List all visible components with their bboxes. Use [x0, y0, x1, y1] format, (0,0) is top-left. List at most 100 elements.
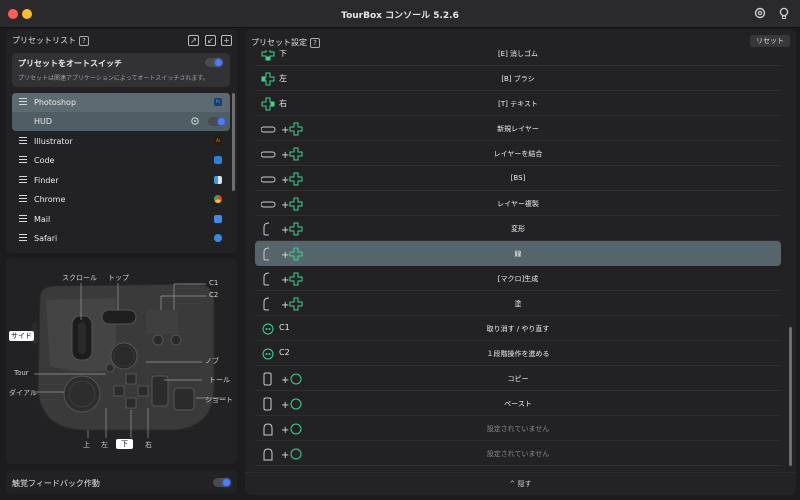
- drag-handle-icon[interactable]: [19, 176, 27, 184]
- action-label: 設定されていません: [486, 425, 550, 433]
- import-icon[interactable]: ↙: [205, 35, 216, 46]
- action-label: １段階操作を進める: [486, 350, 550, 358]
- mapping-row[interactable]: + 変形: [255, 216, 781, 241]
- preset-list-title: プリセットリスト: [12, 36, 76, 45]
- export-icon[interactable]: ↗: [188, 35, 199, 46]
- label-short: ショート: [205, 396, 233, 404]
- drag-handle-icon[interactable]: [19, 98, 27, 106]
- preset-settings-panel: プリセット設定? リセット 下 [E] 消しゴム 左 [B] ブラシ 右 [T]…: [245, 29, 796, 495]
- preset-item-mail[interactable]: Mail: [12, 210, 230, 229]
- mapping-row[interactable]: 右 [T] テキスト: [255, 91, 781, 116]
- action-label: レイヤーを結合: [493, 150, 543, 158]
- action-label: 変形: [511, 225, 525, 233]
- hide-bar[interactable]: ^ 隠す: [245, 472, 796, 495]
- drag-handle-icon[interactable]: [19, 215, 27, 223]
- preset-name: HUD: [34, 117, 53, 126]
- action-label: コピー: [507, 375, 529, 383]
- gear-icon[interactable]: [752, 6, 768, 22]
- mapping-row[interactable]: 下 [E] 消しゴム: [255, 50, 781, 66]
- mapping-row[interactable]: + コピー: [255, 366, 781, 391]
- preset-name: Illustrator: [34, 137, 73, 146]
- mapping-row[interactable]: + レイヤーを結合: [255, 141, 781, 166]
- preset-list-scrollbar[interactable]: [232, 93, 235, 191]
- preset-name: Finder: [34, 176, 59, 185]
- haptic-label: 触覚フィードバック作動: [12, 479, 100, 488]
- add-icon[interactable]: +: [221, 35, 232, 46]
- autoswitch-title: プリセットをオートスイッチ: [18, 59, 122, 68]
- label-top: トップ: [108, 274, 129, 282]
- label-c2: C2: [209, 291, 219, 299]
- preset-item-chrome[interactable]: Chrome: [12, 190, 230, 209]
- label-side: サイド: [9, 331, 34, 341]
- haptic-toggle[interactable]: [213, 478, 231, 487]
- preset-list-header: プリセットリスト?: [12, 35, 89, 46]
- mapping-list-scrollbar[interactable]: [789, 327, 792, 466]
- drag-handle-icon[interactable]: [19, 234, 27, 242]
- mapping-row[interactable]: + 塗: [255, 291, 781, 316]
- mapping-row[interactable]: 左 [B] ブラシ: [255, 66, 781, 91]
- preset-item-code[interactable]: Code: [12, 151, 230, 170]
- label-scroll: スクロール: [62, 274, 97, 282]
- action-label: [T] テキスト: [498, 100, 538, 108]
- mapping-row[interactable]: + 設定されていません: [255, 416, 781, 441]
- label-up: 上: [83, 441, 90, 449]
- action-label: [E] 消しゴム: [497, 50, 539, 58]
- action-label: [マクロ]生成: [497, 275, 539, 283]
- action-label: 設定されていません: [486, 450, 550, 458]
- preset-item-safari[interactable]: Safari: [12, 229, 230, 248]
- reset-button[interactable]: リセット: [750, 35, 790, 47]
- mapping-row-selected[interactable]: + 線: [255, 241, 781, 266]
- label-tall: トール: [209, 376, 230, 384]
- preset-name: Mail: [34, 215, 51, 224]
- preset-item-hud[interactable]: HUD: [12, 112, 230, 131]
- label-dial: ダイアル: [9, 389, 37, 397]
- hide-button[interactable]: ^ 隠す: [245, 479, 796, 489]
- mapping-row[interactable]: + レイヤー複製: [255, 191, 781, 216]
- chrome-app-icon: [214, 195, 222, 203]
- title-bar: TourBox コンソール 5.2.6: [0, 0, 800, 28]
- mapping-row[interactable]: + 新規レイヤー: [255, 116, 781, 141]
- finder-app-icon: [214, 176, 222, 184]
- action-label: 塗: [514, 300, 522, 308]
- label-tour: Tour: [14, 369, 29, 377]
- preset-settings-header: プリセット設定?: [251, 37, 320, 48]
- vscode-app-icon: [214, 156, 222, 164]
- mapping-row[interactable]: C2 １段階操作を進める: [255, 341, 781, 366]
- safari-app-icon: [214, 234, 222, 242]
- preset-item-illustrator[interactable]: Illustrator Ai: [12, 132, 230, 151]
- label-right: 右: [145, 441, 152, 449]
- help-icon[interactable]: ?: [79, 36, 89, 46]
- label-c1: C1: [209, 279, 219, 287]
- preset-name: Photoshop: [34, 98, 77, 107]
- help-icon[interactable]: ?: [310, 38, 320, 48]
- preset-list: Photoshop Ps HUD Illustrator Ai Code Fin…: [12, 93, 231, 251]
- lightbulb-icon[interactable]: [776, 6, 792, 22]
- mapping-row[interactable]: + ペースト: [255, 391, 781, 416]
- drag-handle-icon[interactable]: [19, 195, 27, 203]
- label-knob: ノブ: [205, 357, 219, 365]
- preset-settings-title: プリセット設定: [251, 38, 307, 47]
- mapping-row[interactable]: + 設定されていません: [255, 441, 781, 466]
- mapping-row[interactable]: + [BS]: [255, 166, 781, 191]
- label-down: 下: [116, 439, 133, 449]
- preset-name: Chrome: [34, 195, 66, 204]
- gear-icon[interactable]: [190, 116, 200, 126]
- preset-item-photoshop[interactable]: Photoshop Ps: [12, 93, 230, 112]
- label-left: 左: [101, 441, 108, 449]
- hud-toggle[interactable]: [208, 117, 226, 126]
- mail-app-icon: [214, 215, 222, 223]
- autoswitch-card: プリセットをオートスイッチ プリセットは関連アプリケーションによってオートスイッ…: [12, 53, 230, 87]
- mapping-row[interactable]: + [マクロ]生成: [255, 266, 781, 291]
- drag-handle-icon[interactable]: [19, 137, 27, 145]
- action-label: 取り消す / やり直す: [486, 325, 550, 333]
- preset-name: Safari: [34, 234, 58, 243]
- action-label: [B] ブラシ: [501, 75, 535, 83]
- mapping-list: 下 [E] 消しゴム 左 [B] ブラシ 右 [T] テキスト + 新規レイヤー…: [245, 50, 796, 472]
- autoswitch-description: プリセットは関連アプリケーションによってオートスイッチされます。: [18, 75, 209, 82]
- drag-handle-icon[interactable]: [19, 156, 27, 164]
- preset-item-finder[interactable]: Finder: [12, 171, 230, 190]
- mapping-row[interactable]: C1 取り消す / やり直す: [255, 316, 781, 341]
- window-title: TourBox コンソール 5.2.6: [341, 11, 459, 21]
- autoswitch-toggle[interactable]: [205, 58, 223, 67]
- action-label: レイヤー複製: [497, 200, 539, 208]
